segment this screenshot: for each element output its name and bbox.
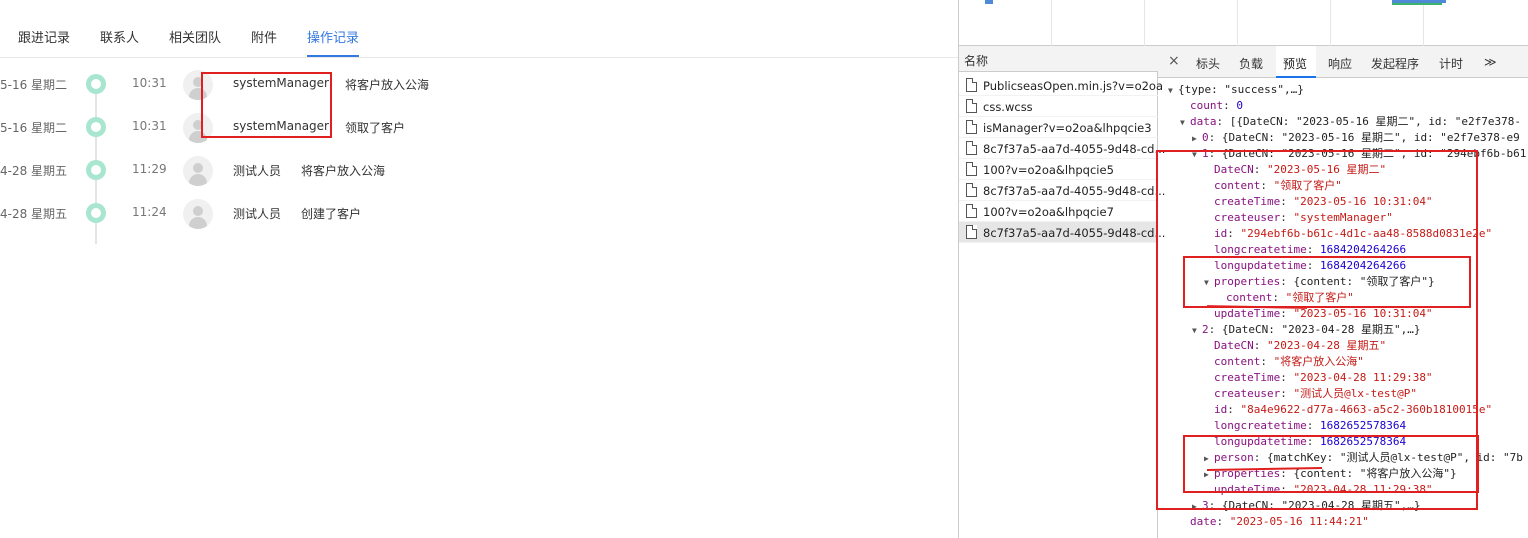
timeline-row: 5-16 星期二 10:31 systemManager 领取了客户 [0,107,958,147]
request-item[interactable]: 100?v=o2oa&lhpqcie5 [959,159,1158,180]
timeline-time: 11:24 [132,205,167,219]
file-icon [966,225,977,239]
timeline-action: 创建了客户 [301,207,362,221]
active-tab-indicator [307,55,359,57]
timeline-row: 4-28 星期五 11:24 测试人员 创建了客户 [0,193,958,233]
request-item[interactable]: 8c7f37a5-aa7d-4055-9d48-cd... [959,138,1165,159]
timeline-action: 将客户放入公海 [301,164,386,178]
json-value: 0 [1236,99,1243,112]
json-value: [{DateCN: "2023-05-16 星期二", id: "e2f7e37… [1229,115,1522,128]
request-list: 名称 PublicseasOpen.min.js?v=o2oa css.wcss… [959,46,1165,538]
name-column-header[interactable]: 名称 [959,46,1158,72]
expanded-arrow-icon[interactable]: ▼ [1180,115,1190,131]
expanded-arrow-icon[interactable]: ▼ [1168,83,1178,99]
tab-initiator[interactable]: 发起程序 [1371,55,1419,72]
timeline-date: 4-28 星期五 [0,164,68,178]
tab-preview[interactable]: 预览 [1283,55,1307,72]
timeline-action: 将客户放入公海 [345,78,430,92]
file-icon [966,204,977,218]
timeline-date: 4-28 星期五 [0,207,68,221]
timeline-dot [86,117,106,137]
collapsed-arrow-icon[interactable]: ▶ [1192,131,1202,147]
file-icon [966,141,977,155]
tab-timing[interactable]: 计时 [1439,55,1463,72]
file-icon [966,120,977,134]
tab-follow-up[interactable]: 跟进记录 [18,27,70,46]
overview-bar [985,0,993,4]
json-line[interactable]: ▼ data: [{DateCN: "2023-05-16 星期二", id: "… [1180,114,1521,130]
annotation-highlight-box [1183,435,1479,493]
timeline-time: 10:31 [132,119,167,133]
json-key: data [1190,115,1217,128]
timeline-date: 5-16 星期二 [0,121,68,135]
tab-team[interactable]: 相关团队 [169,27,221,46]
annotation-highlight-box [201,72,332,138]
timeline-user: 测试人员 [233,164,282,178]
timeline-date: 5-16 星期二 [0,78,68,92]
tab-response[interactable]: 响应 [1328,55,1352,72]
request-item-selected[interactable]: 8c7f37a5-aa7d-4055-9d48-cd... [959,222,1165,243]
request-item[interactable]: isManager?v=o2oa&lhpqcie3 [959,117,1158,138]
timeline-dot [86,74,106,94]
request-item[interactable]: PublicseasOpen.min.js?v=o2oa [959,75,1163,96]
avatar [183,156,213,186]
timeline-row: 5-16 星期二 10:31 systemManager 将客户放入公海 [0,64,958,104]
json-value: {DateCN: "2023-05-16 星期二", id: "e2f7e378… [1221,131,1520,144]
avatar [183,199,213,229]
tab-operation-log[interactable]: 操作记录 [307,27,359,46]
timeline-action: 领取了客户 [345,121,406,135]
tab-headers[interactable]: 标头 [1196,55,1220,72]
file-icon [966,162,977,176]
file-icon [966,99,977,113]
json-value: "2023-05-16 11:44:21" [1229,515,1369,528]
json-line: count: 0 [1190,99,1243,112]
annotation-highlight-box [1183,256,1471,308]
json-key: date [1190,515,1217,528]
close-icon[interactable]: × [1168,53,1180,69]
json-line[interactable]: ▼ {type: "success",…} [1168,82,1304,98]
json-key: 0 [1202,131,1209,144]
timeline-dot [86,203,106,223]
json-line[interactable]: ▶ 0: {DateCN: "2023-05-16 星期二", id: "e2f7… [1192,130,1520,146]
file-icon [966,183,977,197]
crm-panel: 跟进记录 联系人 相关团队 附件 操作记录 5-16 星期二 10:31 sys… [0,0,958,538]
network-overview [959,0,1528,46]
json-value: {type: "success",…} [1178,83,1304,96]
preview-tabbar: × 标头 负载 预览 响应 发起程序 计时 ≫ [1158,46,1528,78]
detail-tabbar: 跟进记录 联系人 相关团队 附件 操作记录 [0,16,958,58]
devtools-panel: 名称 PublicseasOpen.min.js?v=o2oa css.wcss… [958,0,1528,538]
more-tabs-icon[interactable]: ≫ [1484,55,1497,69]
tab-attachments[interactable]: 附件 [251,27,277,46]
timeline-time: 11:29 [132,162,167,176]
timeline-user: 测试人员 [233,207,282,221]
tab-contacts[interactable]: 联系人 [100,27,139,46]
request-item[interactable]: css.wcss [959,96,1158,117]
timeline-row: 4-28 星期五 11:29 测试人员 将客户放入公海 [0,150,958,190]
json-line: date: "2023-05-16 11:44:21" [1190,515,1369,528]
timeline-time: 10:31 [132,76,167,90]
json-key: count [1190,99,1224,112]
overview-bar [1392,3,1442,5]
request-item[interactable]: 8c7f37a5-aa7d-4055-9d48-cd... [959,180,1165,201]
request-item[interactable]: 100?v=o2oa&lhpqcie7 [959,201,1158,222]
tab-payload[interactable]: 负载 [1239,55,1263,72]
file-icon [966,78,977,92]
timeline-dot [86,160,106,180]
